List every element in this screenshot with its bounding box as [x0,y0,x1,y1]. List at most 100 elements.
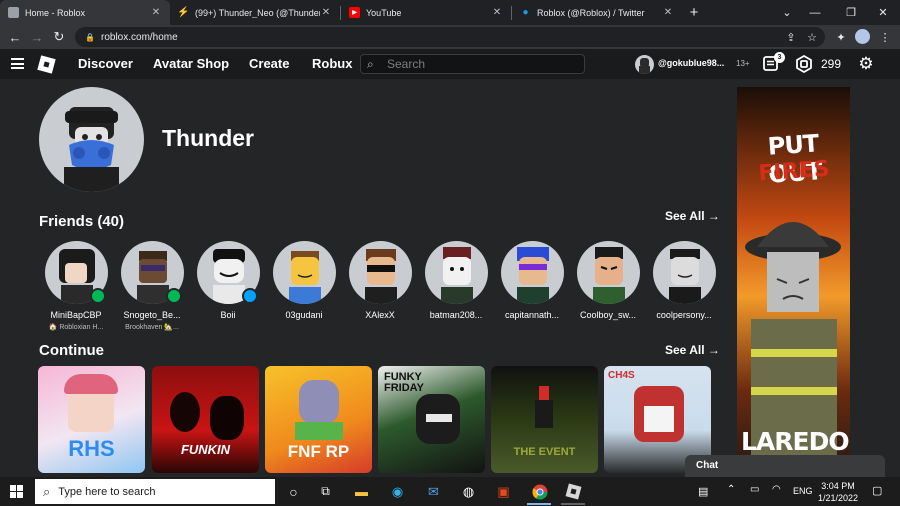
new-tab-button[interactable]: + [682,0,706,25]
tab-close-icon[interactable]: ✕ [150,7,162,18]
tab-title: YouTube [366,7,402,18]
home-content: Thunder Friends (40) See All → MiniBapCB… [0,79,900,477]
game-tile-rhs[interactable]: RHS [38,366,145,473]
friend-name: Snogeto_Be... [123,310,181,320]
tray-app-icon[interactable]: ▤ [698,485,708,498]
game-tile-label: FNF RP [287,442,350,461]
user-avatar[interactable] [635,55,654,74]
game-tile-label: CH4S [608,370,635,381]
browser-menu-icon[interactable]: ⋮ [876,28,894,46]
cortana-icon[interactable]: ○ [284,482,303,501]
back-button[interactable]: ← [4,26,26,48]
friend-avatar [348,241,412,304]
chat-button[interactable]: Chat [685,455,885,477]
roblox-running-indicator [561,503,585,505]
tab-close-icon[interactable]: ✕ [320,7,332,18]
search-box: ⌕ [360,54,585,74]
taskbar-search-box[interactable]: ⌕ Type here to search [35,479,275,504]
roblox-taskbar-icon[interactable] [564,482,583,501]
restore-button[interactable]: ❐ [834,0,868,25]
roblox-logo-icon[interactable] [37,55,56,74]
friend-item[interactable]: Boii [190,241,266,320]
friends-see-all-link[interactable]: See All → [665,209,720,223]
edge-icon[interactable]: ◉ [388,482,407,501]
tab-close-icon[interactable]: ✕ [662,7,674,18]
friends-section-title[interactable]: Friends (40) [39,213,124,230]
chrome-icon[interactable] [530,482,549,501]
browser-tab-twitter[interactable]: ● Roblox (@Roblox) / Twitter ✕ [512,0,682,25]
nav-create[interactable]: Create [249,56,289,71]
nav-avatar-shop[interactable]: Avatar Shop [153,56,229,71]
friend-name: MiniBapCBP [50,310,102,320]
windows-start-icon[interactable] [10,485,23,498]
settings-gear-icon[interactable]: ⚙ [856,54,876,74]
game-tile-the-event[interactable]: THE EVENT [491,366,598,473]
wifi-icon[interactable]: ◠ [772,484,781,495]
reload-button[interactable]: ↻ [48,26,70,48]
in-game-status-icon [90,288,106,304]
url-field[interactable]: 🔒 roblox.com/home [75,27,825,47]
file-explorer-icon[interactable]: ▬ [352,482,371,501]
close-window-button[interactable]: ✕ [866,0,900,25]
friend-item[interactable]: Coolboy_sw... [570,241,646,320]
friend-name: Boii [220,310,236,320]
username-label[interactable]: @gokublue98... [658,58,724,68]
robux-icon[interactable] [795,54,813,74]
friend-item[interactable]: Snogeto_Be... Brookhaven 🏡... [114,241,190,331]
online-status-icon [242,288,258,304]
search-input[interactable] [387,57,567,71]
hamburger-menu-icon[interactable] [11,58,24,69]
game-tile-label: FUNKY FRIDAY [384,371,424,394]
friend-name: coolpersony... [656,310,712,320]
friend-item[interactable]: batman208... [418,241,494,320]
office-icon[interactable]: ▣ [494,482,513,501]
taskbar-clock[interactable]: 3:04 PM 1/21/2022 [816,480,860,504]
minimize-button[interactable]: — [798,0,832,25]
battery-icon[interactable]: ▭ [750,484,759,495]
steam-icon[interactable]: ◍ [459,482,478,501]
game-tile-funky-friday[interactable]: FUNKY FRIDAY [378,366,485,473]
game-tile-fnf[interactable]: FUNKIN [152,366,259,473]
tray-overflow-icon[interactable]: ⌃ [727,484,735,495]
lock-icon: 🔒 [85,32,95,42]
game-tile-label: FUNKIN [180,442,231,457]
advertisement-banner[interactable]: PUT OUT FIRES LAREDO [737,87,850,467]
robux-balance[interactable]: 299 [821,57,841,71]
roblox-favicon-icon [8,7,19,18]
game-tile-fnf-rp[interactable]: FNF RP [265,366,372,473]
notification-center-icon[interactable]: ▢ [872,484,882,497]
tab-title: Home - Roblox [25,7,86,18]
extensions-puzzle-icon[interactable]: ✦ [832,28,850,46]
friend-game[interactable]: Brookhaven 🏡... [114,323,190,331]
nav-robux[interactable]: Robux [312,56,352,71]
nav-discover[interactable]: Discover [78,56,133,71]
profile-avatar-icon[interactable] [855,29,870,44]
task-view-icon[interactable]: ⧉ [316,482,335,501]
tab-close-icon[interactable]: ✕ [491,7,503,18]
friend-item[interactable]: XAlexX [342,241,418,320]
age-badge: 13+ [736,59,750,68]
mail-icon[interactable]: ✉ [424,482,443,501]
share-icon[interactable]: ⇪ [782,28,800,46]
address-bar: ← → ↻ 🔒 roblox.com/home ⇪ ☆ [0,25,900,49]
profile-display-name[interactable]: Thunder [162,125,254,152]
browser-tab-thunder-neo[interactable]: ⚡ (99+) Thunder_Neo (@Thunder_ ✕ [170,0,340,25]
language-indicator[interactable]: ENG [793,486,813,496]
friend-game[interactable]: 🏠 Robloxian H... [38,323,114,331]
browser-tab-roblox-home[interactable]: Home - Roblox ✕ [0,0,170,25]
friend-item[interactable]: MiniBapCBP 🏠 Robloxian H... [38,241,114,331]
friend-name: XAlexX [365,310,395,320]
friend-item[interactable]: 03gudani [266,241,342,320]
notifications-button[interactable]: 3 [762,52,785,74]
url-text: roblox.com/home [101,31,178,43]
windows-taskbar: ⌕ Type here to search ○ ⧉ ▬ ◉ ✉ ◍ ▣ ▤ ⌃ … [0,477,900,506]
clock-date: 1/21/2022 [817,493,859,503]
friend-item[interactable]: capitannath... [494,241,570,320]
friend-item[interactable]: coolpersony... [646,241,722,320]
continue-see-all-link[interactable]: See All → [665,343,720,357]
browser-tab-youtube[interactable]: ▶ YouTube ✕ [341,0,511,25]
bookmark-star-icon[interactable]: ☆ [803,28,821,46]
profile-avatar[interactable] [39,87,144,192]
forward-button[interactable]: → [26,26,48,48]
continue-section-title[interactable]: Continue [39,342,104,359]
